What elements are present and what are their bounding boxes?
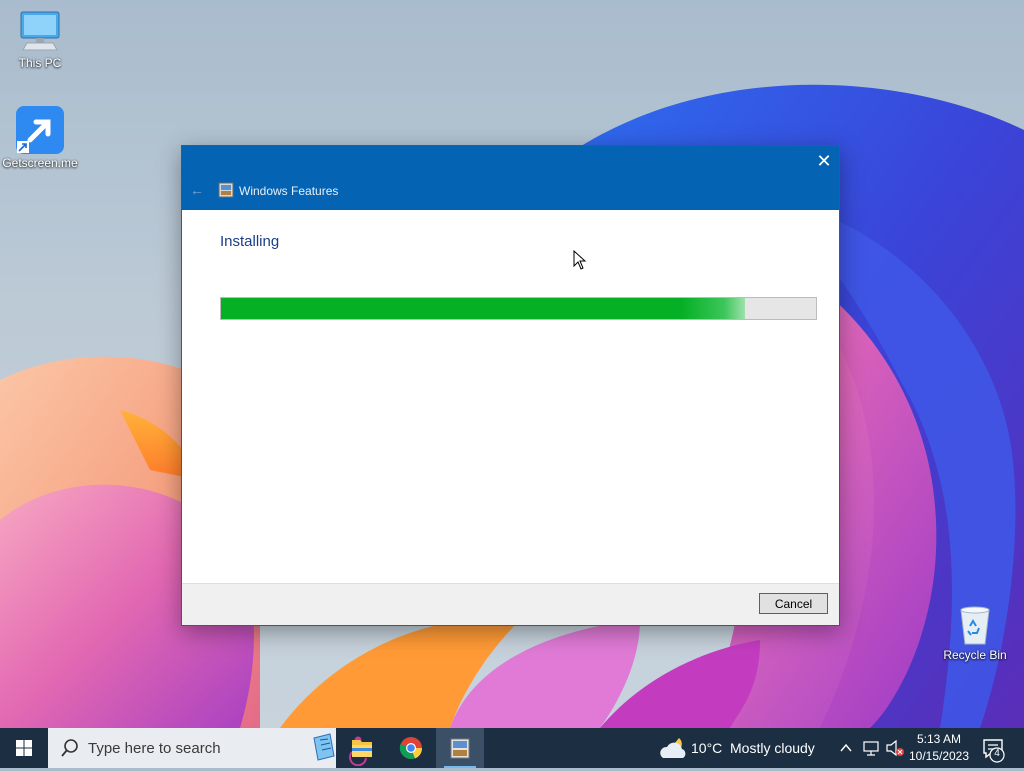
desktop-icon-label: This PC xyxy=(18,56,62,70)
cancel-button[interactable]: Cancel xyxy=(759,593,828,614)
dialog-titlebar[interactable]: ✕ ← Windows Features xyxy=(182,146,839,210)
desktop-icon-label: Recycle Bin xyxy=(943,648,1007,662)
taskbar: Type here to search 10°C Mostly cloudy 5… xyxy=(0,728,1024,768)
desktop-icon-recycle-bin[interactable]: Recycle Bin xyxy=(935,602,1015,662)
back-arrow-icon[interactable]: ← xyxy=(190,182,204,198)
mouse-pointer-icon xyxy=(573,250,587,270)
network-icon xyxy=(863,741,879,756)
weather-widget[interactable]: 10°C Mostly cloudy xyxy=(655,728,825,768)
notification-center-button[interactable]: 4 xyxy=(976,728,1024,768)
notification-count-badge: 4 xyxy=(994,748,1000,759)
desktop-icon-label: Getscreen.me xyxy=(2,156,78,170)
close-icon[interactable]: ✕ xyxy=(809,146,839,176)
partly-cloudy-icon xyxy=(660,738,686,758)
clock-time: 5:13 AM xyxy=(916,732,962,746)
file-explorer-icon xyxy=(352,740,372,757)
windows-features-icon xyxy=(450,738,470,759)
search-icon xyxy=(61,739,78,757)
recycle-bin-icon xyxy=(960,606,990,645)
show-hidden-icons-button[interactable] xyxy=(836,728,856,768)
chevron-up-icon xyxy=(840,743,852,752)
dialog-title: Windows Features xyxy=(239,184,339,198)
search-placeholder: Type here to search xyxy=(88,740,221,757)
computer-icon xyxy=(20,11,60,51)
chrome-icon xyxy=(399,737,423,760)
dialog-footer: Cancel xyxy=(182,583,839,625)
start-button[interactable] xyxy=(0,728,48,768)
taskbar-file-explorer[interactable] xyxy=(338,728,386,768)
desktop-icon-getscreen[interactable]: Getscreen.me xyxy=(0,106,80,170)
network-tray-button[interactable] xyxy=(860,728,882,768)
taskbar-clock[interactable]: 5:13 AM 10/15/2023 xyxy=(904,731,974,765)
weather-condition: Mostly cloudy xyxy=(730,740,815,756)
windows-features-app-icon xyxy=(218,182,234,198)
taskbar-chrome[interactable] xyxy=(387,728,435,768)
windows-logo-icon xyxy=(16,740,32,756)
volume-tray-button[interactable] xyxy=(884,728,906,768)
taskbar-search-box[interactable]: Type here to search xyxy=(48,728,367,768)
clock-date: 10/15/2023 xyxy=(908,749,970,763)
desktop-icon-this-pc[interactable]: This PC xyxy=(0,10,80,70)
windows-features-dialog: ✕ ← Windows Features Installing Cancel xyxy=(181,145,840,626)
taskbar-windows-features[interactable] xyxy=(436,728,484,768)
install-progress-fill xyxy=(221,298,745,319)
installing-heading: Installing xyxy=(220,233,280,250)
volume-muted-icon xyxy=(886,739,904,757)
weather-temperature: 10°C xyxy=(691,740,723,756)
getscreen-shortcut-icon xyxy=(16,106,64,154)
install-progress-bar xyxy=(220,297,817,320)
